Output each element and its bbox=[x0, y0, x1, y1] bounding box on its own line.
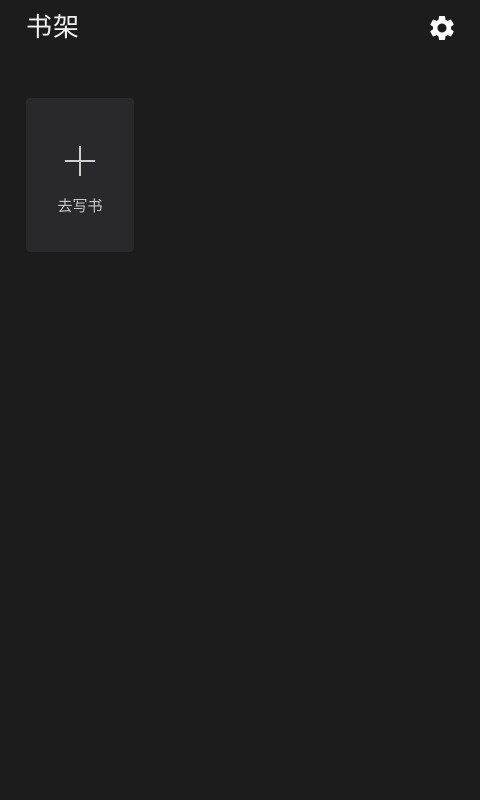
gear-icon bbox=[430, 15, 454, 40]
bookshelf-grid: 去写书 bbox=[26, 98, 134, 252]
app-root: 书架 去写书 bbox=[0, 0, 480, 800]
write-book-label: 去写书 bbox=[57, 197, 103, 215]
settings-button[interactable] bbox=[426, 12, 458, 44]
top-bar: 书架 bbox=[0, 0, 480, 56]
write-book-card[interactable]: 去写书 bbox=[26, 98, 134, 252]
plus-icon bbox=[64, 145, 96, 177]
page-title: 书架 bbox=[26, 13, 81, 43]
